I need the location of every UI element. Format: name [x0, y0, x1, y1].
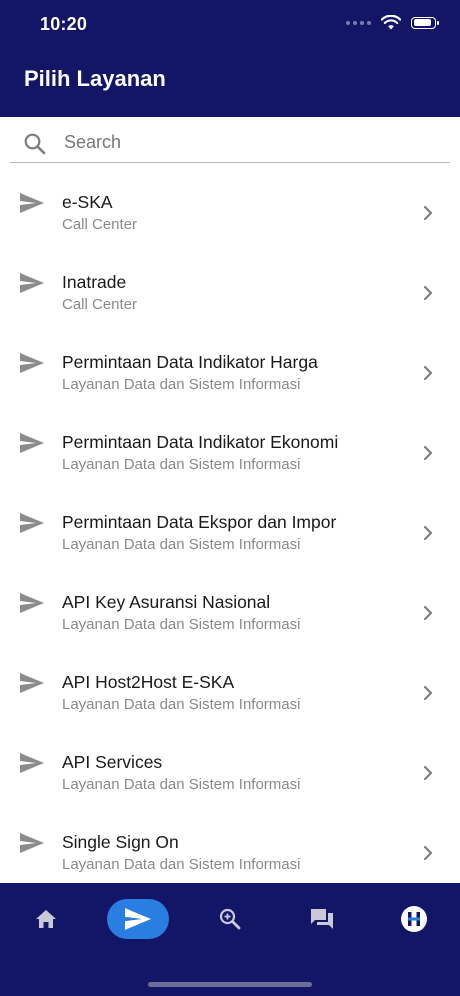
item-title: Permintaan Data Indikator Ekonomi — [62, 432, 339, 452]
send-icon — [20, 193, 44, 213]
item-subtitle: Layanan Data dan Sistem Informasi — [62, 776, 301, 793]
item-subtitle: Layanan Data dan Sistem Informasi — [62, 696, 301, 713]
item-subtitle: Layanan Data dan Sistem Informasi — [62, 376, 301, 393]
profile-logo-icon — [401, 906, 427, 932]
service-list: e-SKA Call Center Inatrade Call Center P… — [0, 173, 460, 893]
chevron-right-icon — [423, 685, 433, 701]
nav-send[interactable] — [107, 899, 169, 939]
app-header: 10:20 Pilih Layanan — [0, 0, 460, 117]
item-subtitle: Layanan Data dan Sistem Informasi — [62, 536, 301, 553]
send-icon — [20, 753, 44, 773]
send-icon — [125, 908, 151, 930]
item-subtitle: Layanan Data dan Sistem Informasi — [62, 456, 301, 473]
item-subtitle: Layanan Data dan Sistem Informasi — [62, 616, 301, 633]
search-input[interactable] — [62, 127, 436, 157]
item-subtitle: Call Center — [62, 296, 138, 313]
chevron-right-icon — [423, 845, 433, 861]
chevron-right-icon — [423, 205, 433, 221]
chevron-right-icon — [423, 525, 433, 541]
send-icon — [20, 673, 44, 693]
list-item[interactable]: Permintaan Data Ekspor dan Impor Layanan… — [0, 493, 460, 573]
search-bar[interactable] — [10, 117, 450, 163]
send-icon — [20, 833, 44, 853]
item-subtitle: Call Center — [62, 216, 138, 233]
item-title: API Key Asuransi Nasional — [62, 592, 271, 612]
list-item[interactable]: API Services Layanan Data dan Sistem Inf… — [0, 733, 460, 813]
nav-profile[interactable] — [394, 899, 434, 939]
nav-search[interactable] — [210, 899, 250, 939]
search-icon — [24, 133, 46, 155]
nav-chat[interactable] — [302, 899, 342, 939]
send-icon — [20, 593, 44, 613]
status-time: 10:20 — [40, 14, 88, 34]
item-title: Single Sign On — [62, 832, 179, 852]
send-icon — [20, 273, 44, 293]
item-title: Permintaan Data Ekspor dan Impor — [62, 512, 337, 532]
chevron-right-icon — [423, 365, 433, 381]
list-item[interactable]: Permintaan Data Indikator Harga Layanan … — [0, 333, 460, 413]
list-item[interactable]: API Key Asuransi Nasional Layanan Data d… — [0, 573, 460, 653]
bottom-navigation — [0, 883, 460, 996]
chevron-right-icon — [423, 285, 433, 301]
home-icon — [36, 910, 56, 928]
item-title: Permintaan Data Indikator Harga — [62, 352, 318, 372]
chevron-right-icon — [423, 445, 433, 461]
wifi-icon — [381, 15, 401, 30]
list-item[interactable]: Single Sign On Layanan Data dan Sistem I… — [0, 813, 460, 893]
list-item[interactable]: e-SKA Call Center — [0, 173, 460, 253]
item-subtitle: Layanan Data dan Sistem Informasi — [62, 856, 301, 873]
item-title: Inatrade — [62, 272, 127, 292]
home-indicator — [148, 982, 312, 987]
item-title: API Host2Host E-SKA — [62, 672, 235, 692]
list-item[interactable]: Inatrade Call Center — [0, 253, 460, 333]
status-icons — [346, 15, 439, 30]
chevron-right-icon — [423, 605, 433, 621]
list-item[interactable]: API Host2Host E-SKA Layanan Data dan Sis… — [0, 653, 460, 733]
search-zoom-icon — [219, 908, 241, 930]
battery-icon — [411, 16, 439, 29]
send-icon — [20, 513, 44, 533]
chat-icon — [311, 909, 333, 929]
signal-icon — [346, 20, 371, 25]
page-title: Pilih Layanan — [24, 66, 166, 91]
nav-home[interactable] — [26, 899, 66, 939]
send-icon — [20, 353, 44, 373]
item-title: e-SKA — [62, 192, 113, 212]
send-icon — [20, 433, 44, 453]
item-title: API Services — [62, 752, 163, 772]
list-item[interactable]: Permintaan Data Indikator Ekonomi Layana… — [0, 413, 460, 493]
chevron-right-icon — [423, 765, 433, 781]
